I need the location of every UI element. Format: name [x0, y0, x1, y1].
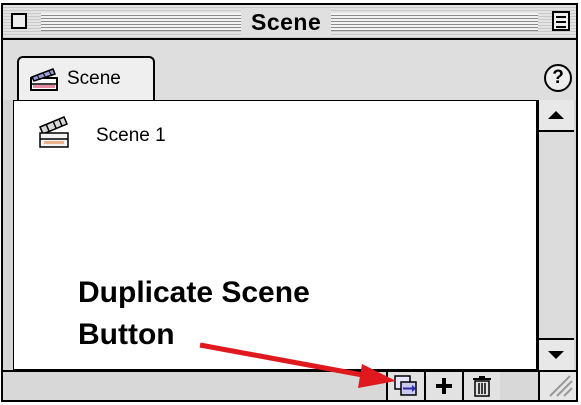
resize-grip-icon[interactable] — [538, 372, 576, 400]
annotation-line-2: Button — [78, 318, 175, 351]
vertical-scrollbar[interactable] — [537, 100, 574, 370]
plus-icon — [436, 378, 452, 394]
duplicate-icon — [394, 375, 417, 396]
scene-name: Scene 1 — [96, 125, 166, 146]
clapperboard-icon — [39, 116, 69, 148]
tab-strip: Scene ? — [3, 40, 576, 100]
tab-scene[interactable]: Scene — [17, 56, 155, 100]
duplicate-scene-button[interactable] — [386, 372, 424, 400]
scene-panel-icon — [30, 68, 58, 91]
annotation-callout: Duplicate Scene Button — [78, 272, 310, 356]
scroll-down-icon — [548, 351, 564, 359]
scroll-up-icon — [548, 111, 564, 119]
close-box-icon[interactable] — [11, 13, 27, 29]
window-title: Scene — [241, 8, 332, 36]
title-bar[interactable]: Scene — [3, 5, 576, 40]
add-scene-button[interactable] — [424, 372, 462, 400]
delete-scene-button[interactable] — [462, 372, 500, 400]
scroll-down-arrow[interactable] — [539, 338, 574, 370]
annotation-line-1: Duplicate Scene — [78, 276, 310, 309]
bottom-toolbar — [3, 370, 576, 400]
panel-menu-icon[interactable] — [552, 11, 570, 31]
tab-label: Scene — [67, 68, 121, 89]
scroll-up-arrow[interactable] — [539, 100, 574, 132]
help-icon[interactable]: ? — [544, 64, 572, 92]
trash-icon — [473, 376, 491, 397]
